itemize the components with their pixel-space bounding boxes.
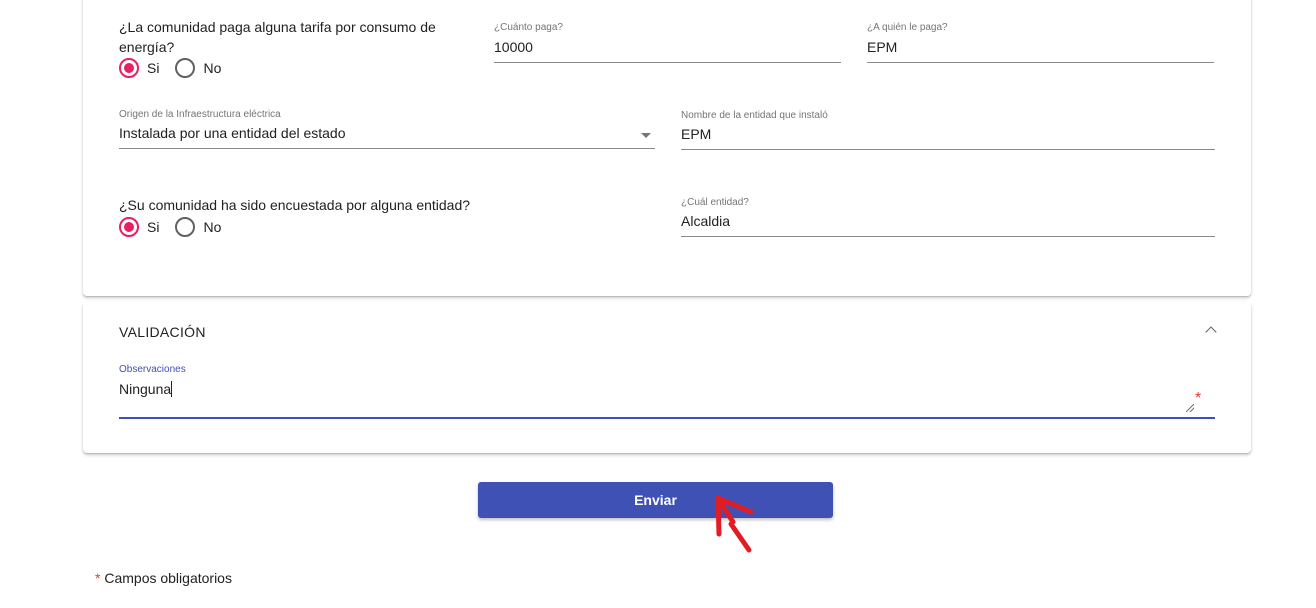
installer-field[interactable]: Nombre de la entidad que instaló EPM <box>681 110 1215 150</box>
required-asterisk: * <box>1195 390 1202 407</box>
entity-input[interactable]: Alcaldia <box>681 213 1215 229</box>
survey-radio-yes-label[interactable]: Si <box>147 219 159 235</box>
payee-underline <box>867 62 1214 63</box>
observations-value: Ninguna <box>119 381 172 397</box>
energy-section-card: ¿La comunidad paga alguna tarifa por con… <box>83 0 1251 296</box>
amount-label: ¿Cuánto paga? <box>494 22 563 33</box>
tariff-radio-yes[interactable] <box>119 58 139 78</box>
origin-underline <box>119 148 655 149</box>
tariff-radio-yes-label[interactable]: Si <box>147 60 159 76</box>
survey-radio-yes[interactable] <box>119 217 139 237</box>
payee-label: ¿A quién le paga? <box>867 22 948 33</box>
origin-select[interactable]: Origen de la Infraestructura eléctrica I… <box>119 109 655 149</box>
validation-title[interactable]: VALIDACIÓN <box>119 324 206 340</box>
installer-underline <box>681 149 1215 150</box>
tariff-question: ¿La comunidad paga alguna tarifa por con… <box>119 19 436 55</box>
amount-input[interactable]: 10000 <box>494 39 841 55</box>
validation-section-card: VALIDACIÓN Observaciones Ninguna * <box>83 302 1251 453</box>
entity-label: ¿Cuál entidad? <box>681 197 749 208</box>
observations-textarea[interactable]: Ninguna <box>119 381 1215 397</box>
entity-field[interactable]: ¿Cuál entidad? Alcaldia <box>681 197 1215 237</box>
tariff-radio-no-label[interactable]: No <box>203 60 221 76</box>
survey-radio-no[interactable] <box>175 217 196 237</box>
origin-label: Origen de la Infraestructura eléctrica <box>119 109 281 120</box>
required-note-text: Campos obligatorios <box>104 570 232 586</box>
installer-label: Nombre de la entidad que instaló <box>681 110 828 121</box>
installer-input[interactable]: EPM <box>681 126 1215 142</box>
survey-question: ¿Su comunidad ha sido encuestada por alg… <box>119 197 471 213</box>
tariff-radio-no[interactable] <box>175 58 196 78</box>
survey-radio-no-label[interactable]: No <box>203 219 221 235</box>
annotation-arrow-icon <box>715 495 754 553</box>
submit-button[interactable]: Enviar <box>478 482 833 518</box>
observations-label: Observaciones <box>119 364 186 375</box>
origin-selected-value[interactable]: Instalada por una entidad del estado <box>119 125 655 141</box>
entity-underline <box>681 236 1215 237</box>
observations-field[interactable]: Observaciones Ninguna * <box>119 364 1215 418</box>
required-fields-note: * Campos obligatorios <box>95 570 232 586</box>
survey-radio-group: Si No <box>119 217 237 237</box>
payee-input[interactable]: EPM <box>867 39 1214 55</box>
amount-underline <box>494 62 841 63</box>
text-cursor <box>171 381 173 397</box>
dropdown-arrow-icon[interactable] <box>641 133 651 138</box>
chevron-up-icon[interactable] <box>1205 326 1217 338</box>
resize-handle-icon[interactable] <box>1186 404 1194 412</box>
payee-field[interactable]: ¿A quién le paga? EPM <box>867 22 1214 62</box>
tariff-radio-group: Si No <box>119 58 237 78</box>
required-note-asterisk: * <box>95 570 101 586</box>
observations-underline <box>119 417 1215 419</box>
amount-field[interactable]: ¿Cuánto paga? 10000 <box>494 22 841 62</box>
